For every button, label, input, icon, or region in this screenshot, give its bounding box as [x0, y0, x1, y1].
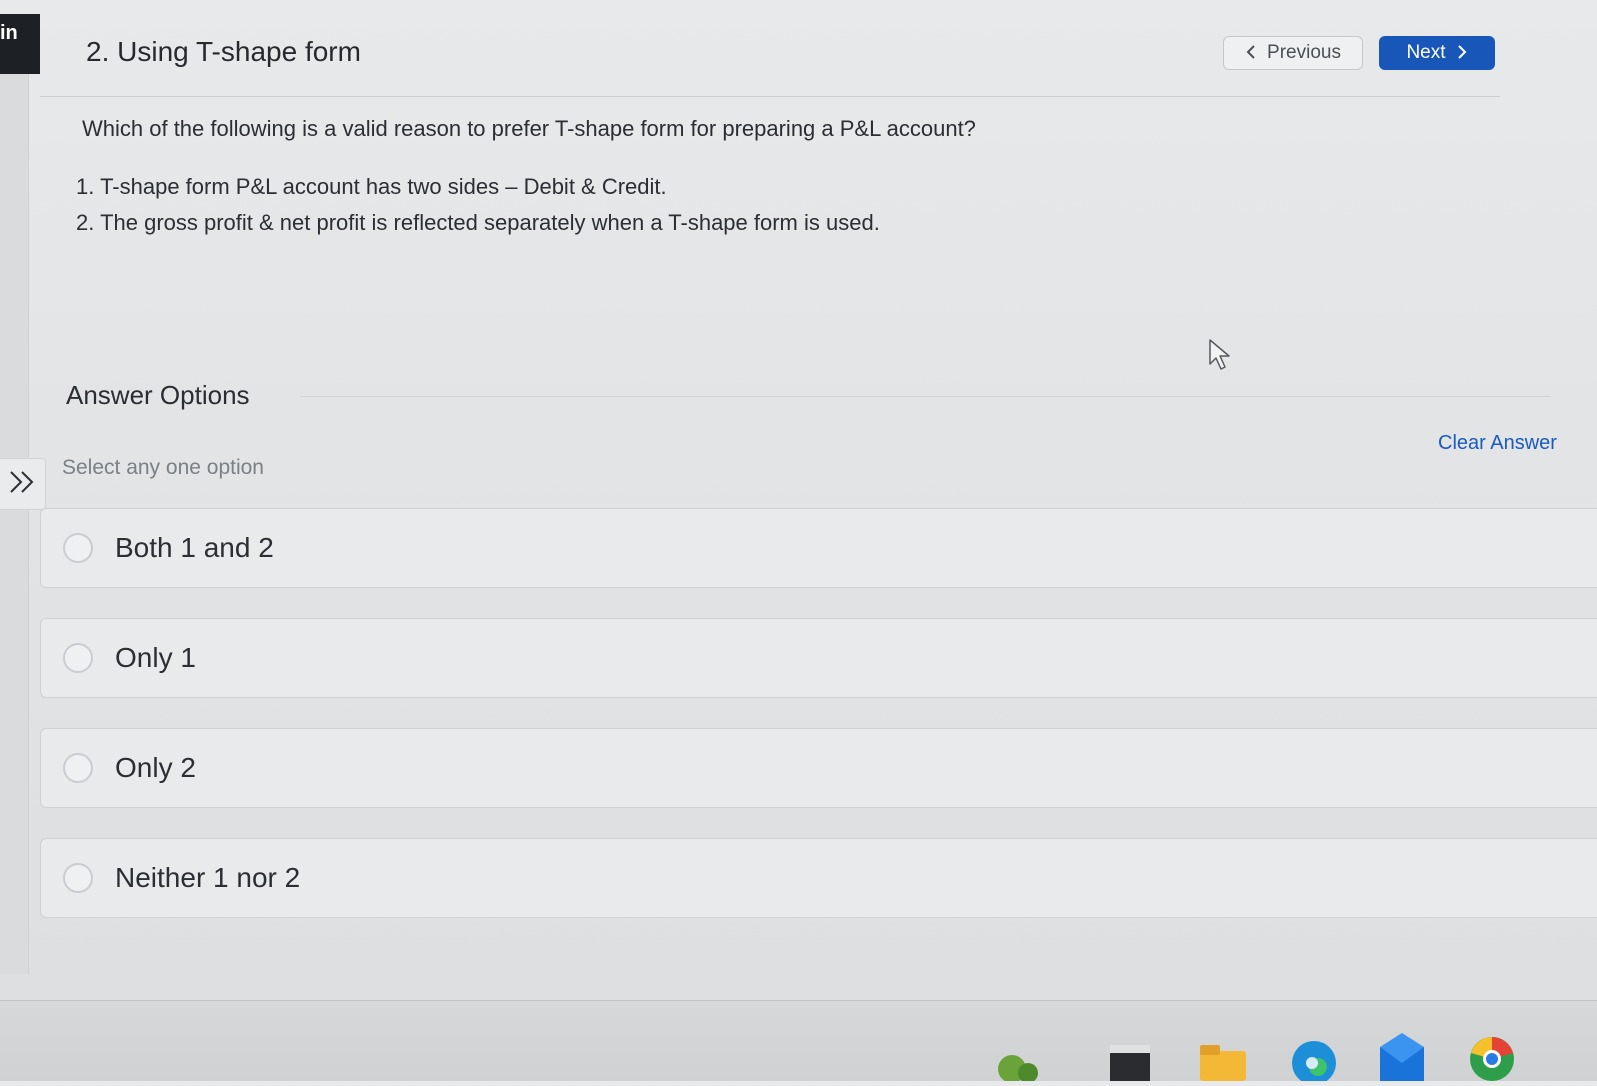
app-badge: in — [0, 14, 40, 74]
chrome-icon[interactable] — [1466, 1029, 1518, 1081]
file-explorer-icon[interactable] — [1196, 1029, 1248, 1081]
radio-button[interactable] — [63, 753, 93, 783]
question-header: 2. Using T-shape form Previous Next — [40, 10, 1500, 97]
previous-button-label: Previous — [1267, 42, 1341, 63]
answer-option-list: Both 1 and 2 Only 1 Only 2 Neither 1 nor… — [40, 508, 1597, 948]
radio-button[interactable] — [63, 643, 93, 673]
chevron-left-icon — [1245, 44, 1257, 62]
next-button-label: Next — [1406, 42, 1446, 63]
radio-button[interactable] — [63, 533, 93, 563]
answer-option[interactable]: Both 1 and 2 — [40, 508, 1597, 588]
answer-option-label: Neither 1 nor 2 — [115, 862, 301, 893]
terminal-icon[interactable] — [1104, 1029, 1156, 1081]
mouse-pointer-icon — [1208, 338, 1236, 377]
widget-icon[interactable] — [992, 1029, 1044, 1083]
chevron-right-icon — [1456, 44, 1468, 62]
statement-item: 2. The gross profit & net profit is refl… — [76, 210, 880, 235]
page-title: 2. Using T-shape form — [86, 36, 361, 67]
answer-option[interactable]: Only 2 — [40, 728, 1597, 808]
select-hint: Select any one option — [62, 456, 264, 479]
clear-answer-link[interactable]: Clear Answer — [1438, 432, 1557, 455]
answer-option-label: Only 1 — [115, 642, 196, 673]
radio-button[interactable] — [63, 863, 93, 893]
answer-options-heading: Answer Options — [66, 380, 250, 410]
heading-divider — [300, 396, 1550, 397]
answer-option-label: Both 1 and 2 — [115, 532, 274, 563]
mail-icon[interactable] — [1376, 1029, 1428, 1081]
taskbar — [0, 1000, 1597, 1085]
answer-option-label: Only 2 — [115, 752, 196, 783]
left-rail — [0, 74, 29, 974]
answer-option[interactable]: Neither 1 nor 2 — [40, 838, 1597, 918]
double-chevron-right-icon — [8, 470, 38, 499]
statement-item: 1. T-shape form P&L account has two side… — [76, 174, 667, 199]
answer-option[interactable]: Only 1 — [40, 618, 1597, 698]
question-text: Which of the following is a valid reason… — [82, 116, 976, 141]
next-button[interactable]: Next — [1379, 36, 1495, 70]
app-badge-text: in — [0, 22, 18, 44]
expand-panel-button[interactable] — [0, 458, 46, 510]
statement-list: 1. T-shape form P&L account has two side… — [76, 174, 880, 246]
edge-browser-icon[interactable] — [1288, 1029, 1340, 1085]
previous-button[interactable]: Previous — [1223, 36, 1363, 70]
